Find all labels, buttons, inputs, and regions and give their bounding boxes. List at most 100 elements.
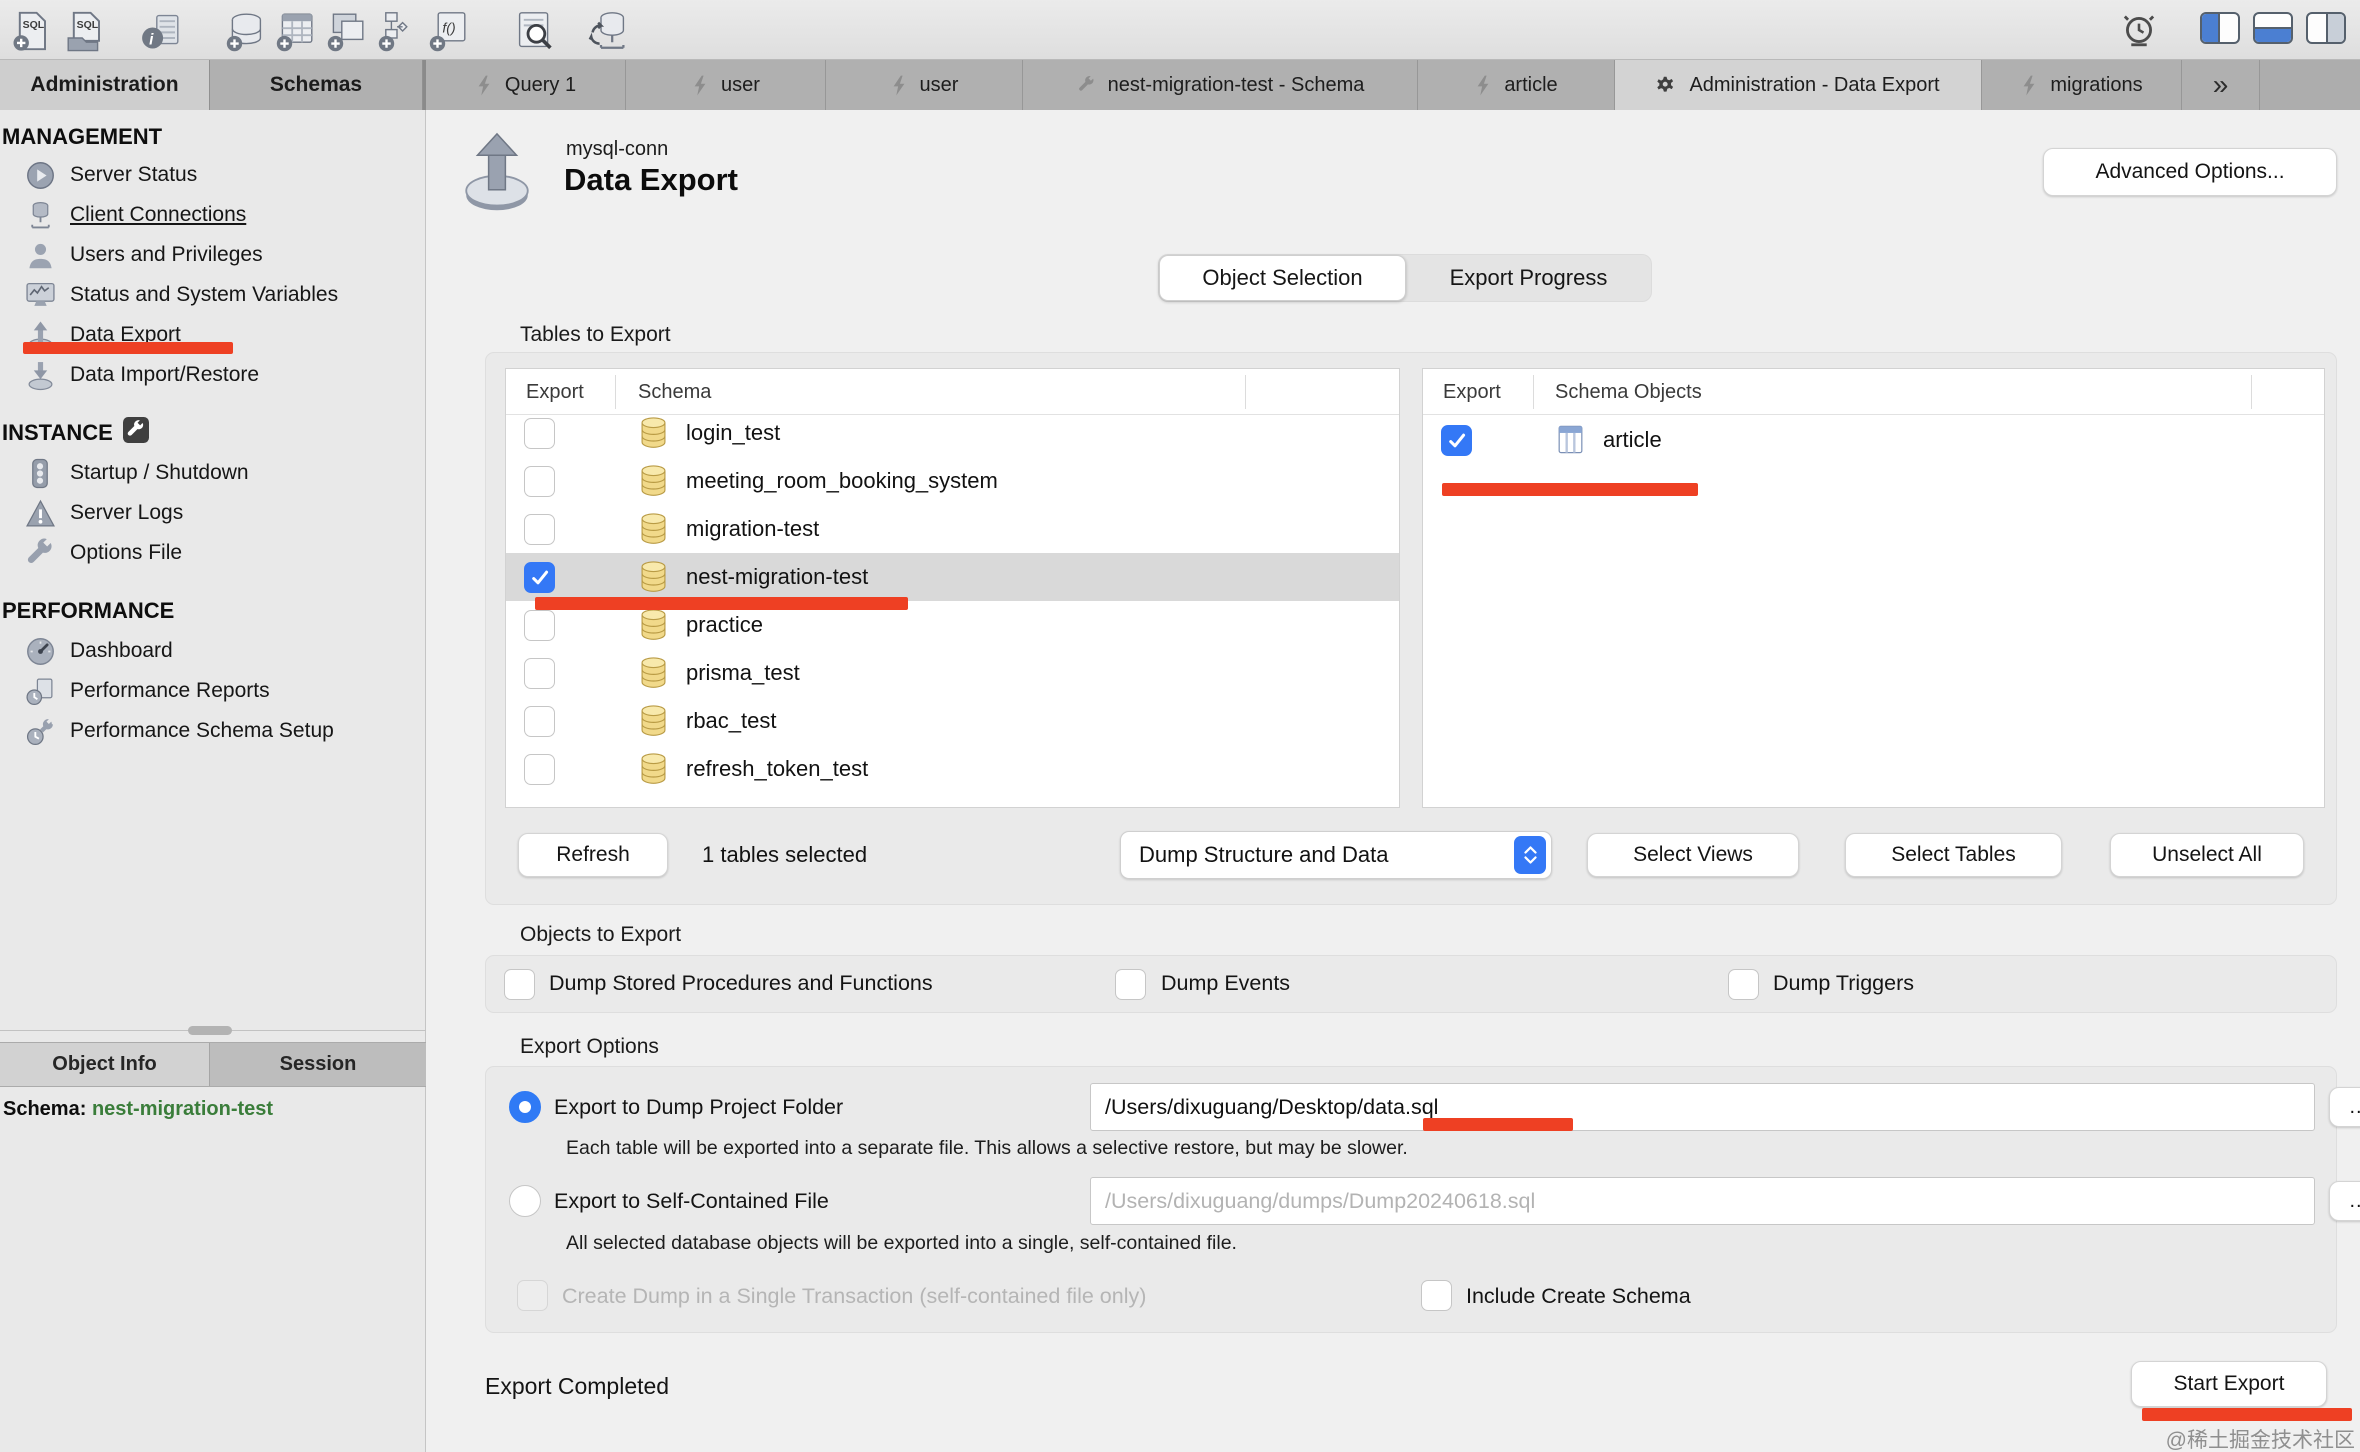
sidebar-item-performance-reports[interactable]: Performance Reports	[0, 671, 426, 711]
editor-tab-label: migrations	[2050, 74, 2142, 97]
table-row-login-test[interactable]: login_test	[506, 416, 1399, 457]
select-tables-button[interactable]: Select Tables	[1845, 833, 2062, 877]
wrench-icon	[1076, 75, 1096, 95]
svg-text:i: i	[149, 31, 154, 48]
search-objects-icon[interactable]	[512, 8, 558, 54]
export-file-path-field[interactable]	[1090, 1177, 2315, 1225]
browse-file-button[interactable]: ..	[2329, 1181, 2360, 1221]
advanced-options-button[interactable]: Advanced Options...	[2043, 148, 2337, 196]
column-export: Export	[526, 369, 584, 415]
sidebar-item-performance-schema-setup[interactable]: Performance Schema Setup	[0, 711, 426, 751]
create-view-icon[interactable]	[323, 8, 369, 54]
dump-type-select[interactable]: Dump Structure and Data	[1120, 831, 1552, 879]
tab-object-info[interactable]: Object Info	[0, 1043, 210, 1086]
new-sql-tab-icon[interactable]: SQL	[8, 8, 54, 54]
create-procedure-icon[interactable]	[374, 8, 420, 54]
table-row-nest-migration-test[interactable]: nest-migration-test	[506, 553, 1399, 601]
schema-objects-header: Export Schema Objects	[1423, 369, 2324, 415]
editor-tab-label: user	[920, 74, 959, 97]
wrench-badge-icon	[123, 417, 149, 449]
mode-tabs: Object Selection Export Progress	[1158, 254, 1652, 302]
editor-tab-query1[interactable]: Query 1	[426, 60, 626, 110]
schema-objects-rows: article	[1423, 416, 2324, 807]
dump-triggers-checkbox[interactable]	[1728, 969, 1759, 1000]
report-clock-icon	[18, 671, 62, 711]
editor-tab-article[interactable]: article	[1418, 60, 1615, 110]
table-row-rbac-test[interactable]: rbac_test	[506, 697, 1399, 745]
table-row-article[interactable]: article	[1423, 416, 2324, 464]
dump-procedures-checkbox[interactable]	[504, 969, 535, 1000]
reconnect-database-icon[interactable]	[585, 8, 631, 54]
checkbox-unchecked[interactable]	[524, 754, 555, 785]
export-file-path-input[interactable]	[1090, 1177, 2315, 1225]
sidebar-item-dashboard[interactable]: Dashboard	[0, 631, 426, 671]
checkbox-unchecked[interactable]	[524, 466, 555, 497]
open-sql-script-icon[interactable]: SQL	[62, 8, 108, 54]
checkbox-unchecked[interactable]	[524, 658, 555, 689]
table-row-prisma-test[interactable]: prisma_test	[506, 649, 1399, 697]
editor-tab-user-1[interactable]: user	[626, 60, 826, 110]
watermark: @稀土掘金技术社区	[2166, 1424, 2355, 1452]
unselect-all-button[interactable]: Unselect All	[2110, 833, 2304, 877]
export-options-label: Export Options	[520, 1035, 659, 1059]
export-folder-radio[interactable]	[509, 1091, 541, 1123]
sidebar-item-users-privileges[interactable]: Users and Privileges	[0, 235, 426, 275]
checkbox-unchecked[interactable]	[524, 418, 555, 449]
page-title: Data Export	[564, 162, 738, 198]
splitter-handle[interactable]	[188, 1026, 232, 1035]
browse-folder-button[interactable]: ..	[2329, 1087, 2360, 1127]
editor-tab-label: Query 1	[505, 74, 576, 97]
inspector-icon[interactable]: i	[138, 8, 184, 54]
checkbox-checked[interactable]	[1441, 425, 1472, 456]
tab-session[interactable]: Session	[210, 1043, 426, 1086]
sidebar-item-options-file[interactable]: Options File	[0, 533, 426, 573]
start-export-button[interactable]: Start Export	[2131, 1361, 2327, 1407]
single-transaction-label: Create Dump in a Single Transaction (sel…	[562, 1284, 1146, 1309]
table-grid-icon	[1556, 424, 1585, 460]
checkbox-unchecked[interactable]	[524, 514, 555, 545]
single-transaction-checkbox[interactable]	[517, 1280, 548, 1311]
table-row-meeting-room[interactable]: meeting_room_booking_system	[506, 457, 1399, 505]
tab-object-selection[interactable]: Object Selection	[1159, 255, 1406, 301]
panel-tab-schemas[interactable]: Schemas	[210, 60, 423, 110]
sidebar-item-startup-shutdown[interactable]: Startup / Shutdown	[0, 453, 426, 493]
toggle-bottom-panel-icon[interactable]	[2253, 12, 2293, 44]
schemas-rows: login_test meeting_room_booking_system m…	[506, 416, 1399, 807]
annotation-underline-data-sql	[1423, 1118, 1573, 1131]
toggle-right-panel-icon[interactable]	[2306, 12, 2346, 44]
table-row-migration-test[interactable]: migration-test	[506, 505, 1399, 553]
editor-tab-label: nest-migration-test - Schema	[1108, 74, 1365, 97]
gear-icon	[1656, 75, 1677, 96]
checkbox-unchecked[interactable]	[524, 706, 555, 737]
checkbox-unchecked[interactable]	[524, 610, 555, 641]
export-folder-path-input[interactable]	[1090, 1083, 2315, 1131]
editor-tab-data-export[interactable]: Administration - Data Export	[1615, 60, 1982, 110]
panel-tab-administration[interactable]: Administration	[0, 60, 210, 110]
checkbox-checked[interactable]	[524, 562, 555, 593]
editor-tab-schema[interactable]: nest-migration-test - Schema	[1023, 60, 1418, 110]
sidebar-item-status-variables[interactable]: Status and System Variables	[0, 275, 426, 315]
tab-overflow-button[interactable]: »	[2182, 60, 2260, 110]
sidebar-item-client-connections[interactable]: Client Connections	[0, 195, 426, 235]
editor-tab-migrations[interactable]: migrations	[1982, 60, 2182, 110]
refresh-button[interactable]: Refresh	[518, 833, 668, 877]
export-folder-path-field[interactable]	[1090, 1083, 2315, 1131]
export-file-radio[interactable]	[509, 1185, 541, 1217]
tab-export-progress[interactable]: Export Progress	[1406, 255, 1651, 301]
table-row-refresh-token-test[interactable]: refresh_token_test	[506, 745, 1399, 793]
notifications-icon[interactable]	[2120, 12, 2158, 53]
section-instance: INSTANCE	[2, 416, 149, 450]
select-views-button[interactable]: Select Views	[1587, 833, 1799, 877]
editor-tab-label: article	[1504, 74, 1557, 97]
create-table-icon[interactable]	[272, 8, 318, 54]
toggle-left-panel-icon[interactable]	[2200, 12, 2240, 44]
dump-events-checkbox[interactable]	[1115, 969, 1146, 1000]
create-schema-icon[interactable]	[222, 8, 268, 54]
sidebar-item-server-logs[interactable]: Server Logs	[0, 493, 426, 533]
sidebar-splitter[interactable]	[0, 1030, 426, 1031]
editor-tab-user-2[interactable]: user	[826, 60, 1023, 110]
create-function-icon[interactable]: f()	[425, 8, 471, 54]
include-create-schema-checkbox[interactable]	[1421, 1280, 1452, 1311]
sidebar-item-server-status[interactable]: Server Status	[0, 155, 426, 195]
sidebar-item-data-import[interactable]: Data Import/Restore	[0, 355, 426, 395]
